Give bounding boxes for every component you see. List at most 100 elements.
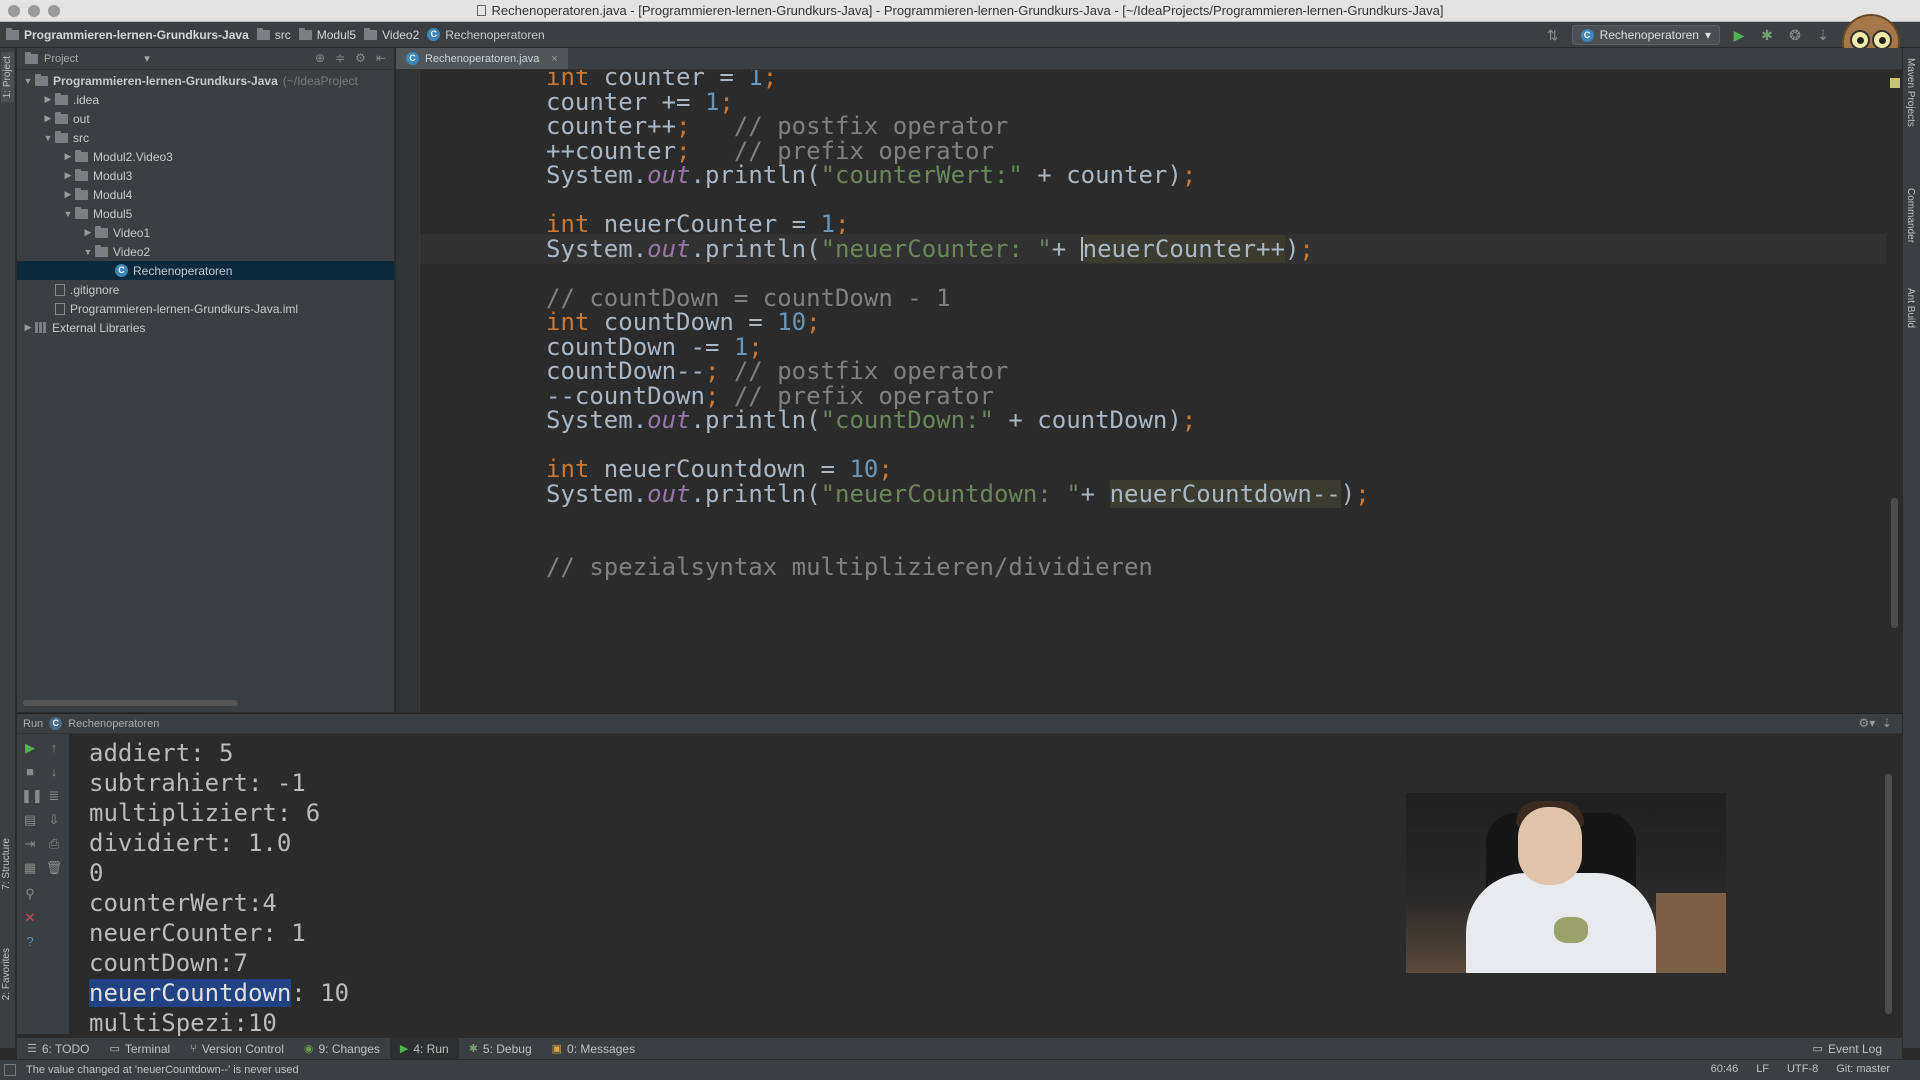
caret-position[interactable]: 60:46: [1711, 1063, 1739, 1075]
expand-arrow-down-icon[interactable]: ▼: [41, 133, 55, 143]
code-token: ;: [762, 70, 778, 91]
expand-arrow-right-icon[interactable]: ▶: [41, 94, 55, 105]
tool-tab-ant-build[interactable]: Ant Build: [1905, 288, 1916, 328]
tool-button-run[interactable]: ▶ 4: Run: [389, 1037, 459, 1060]
tool-button-todo[interactable]: ☰ 6: TODO: [17, 1038, 99, 1060]
vcs-update-icon[interactable]: ⇣: [1814, 27, 1832, 44]
restore-layout-icon[interactable]: ▦: [21, 860, 39, 876]
tree-item[interactable]: ▼ Modul5: [17, 204, 394, 223]
project-structure-icon[interactable]: ⇅: [1544, 27, 1562, 44]
expand-arrow-down-icon[interactable]: ▼: [61, 209, 75, 219]
expand-arrow-right-icon[interactable]: ▶: [61, 189, 75, 200]
pin-icon[interactable]: ⚲: [21, 886, 39, 902]
code-token: ;: [806, 308, 821, 336]
collapse-all-icon[interactable]: ≑: [335, 51, 345, 65]
breadcrumb-item[interactable]: Modul5: [298, 27, 356, 42]
folder-icon: [55, 130, 68, 143]
tool-tab-structure[interactable]: 7: Structure: [1, 838, 12, 890]
tree-item[interactable]: C Rechenoperatoren: [17, 261, 394, 280]
tree-item[interactable]: ▼ Programmieren-lernen-Grundkurs-Java (~/I…: [17, 71, 394, 90]
expand-arrow-right-icon[interactable]: ▶: [61, 170, 75, 181]
expand-arrow-right-icon[interactable]: ▶: [21, 322, 35, 333]
close-icon[interactable]: ✕: [21, 910, 39, 926]
tree-item-label: Video2: [113, 244, 151, 259]
horizontal-scrollbar[interactable]: [23, 700, 238, 706]
console-text: : 10: [291, 979, 350, 1007]
tool-button-changes[interactable]: ◉ 9: Changes: [294, 1038, 390, 1060]
line-separator[interactable]: LF: [1756, 1063, 1769, 1075]
tree-item[interactable]: .gitignore: [17, 280, 394, 299]
tool-windows-toggle-icon[interactable]: [4, 1064, 16, 1076]
console-scrollbar[interactable]: [1885, 774, 1892, 1014]
debug-icon[interactable]: ✱: [1758, 27, 1776, 44]
project-view-select[interactable]: Project: [44, 53, 78, 65]
print-icon[interactable]: ⎙: [45, 836, 63, 852]
help-icon[interactable]: ?: [21, 934, 39, 949]
close-window-button[interactable]: [8, 5, 20, 17]
zoom-window-button[interactable]: [48, 5, 60, 17]
expand-arrow-right-icon[interactable]: ▶: [61, 151, 75, 162]
gear-icon[interactable]: ⚙: [355, 51, 366, 65]
breadcrumb-item[interactable]: C Rechenoperatoren: [427, 28, 545, 42]
coverage-icon[interactable]: ❂: [1786, 27, 1804, 44]
expand-arrow-right-icon[interactable]: ▶: [41, 113, 55, 124]
event-log-button[interactable]: ▭ Event Log: [1803, 1038, 1892, 1060]
stop-icon[interactable]: ■: [21, 764, 39, 779]
tree-item[interactable]: Programmieren-lernen-Grundkurs-Java.iml: [17, 299, 394, 318]
trash-icon[interactable]: 🗑: [45, 860, 63, 876]
dump-threads-icon[interactable]: ▤: [21, 812, 39, 828]
soft-wrap-icon[interactable]: ≣: [45, 788, 63, 804]
hide-panel-icon[interactable]: ⇤: [376, 51, 386, 65]
tool-button-messages[interactable]: ▣ 0: Messages: [542, 1038, 645, 1060]
minimize-window-button[interactable]: [28, 5, 40, 17]
tool-tab-favorites[interactable]: 2: Favorites: [1, 948, 12, 1000]
run-tab[interactable]: Rechenoperatoren: [68, 718, 159, 730]
changes-icon: ◉: [303, 1043, 314, 1055]
tree-item[interactable]: ▶ .idea: [17, 90, 394, 109]
code-token: 10: [777, 308, 807, 336]
git-branch[interactable]: Git: master: [1836, 1063, 1890, 1075]
expand-arrow-right-icon[interactable]: ▶: [81, 227, 95, 238]
tree-item[interactable]: ▶ Modul2.Video3: [17, 147, 394, 166]
tool-tab-maven[interactable]: Maven Projects: [1905, 58, 1916, 127]
run-icon[interactable]: ▶: [1730, 27, 1748, 44]
expand-arrow-down-icon[interactable]: ▼: [21, 76, 35, 86]
exit-icon[interactable]: ⇥: [21, 836, 39, 852]
arrow-down-icon[interactable]: ↓: [45, 764, 63, 779]
arrow-up-icon[interactable]: ↑: [45, 740, 63, 755]
tree-item[interactable]: ▼ src: [17, 128, 394, 147]
gear-icon[interactable]: ⚙▾ ⇣: [1858, 716, 1892, 730]
scroll-to-end-icon[interactable]: ⇩: [45, 812, 63, 828]
rerun-icon[interactable]: ▶: [21, 740, 39, 756]
close-icon[interactable]: ×: [551, 53, 557, 65]
tree-item[interactable]: ▼ Video2: [17, 242, 394, 261]
tool-button-debug[interactable]: ✱ 5: Debug: [459, 1038, 542, 1060]
code-token: out: [647, 161, 691, 189]
breadcrumb-item[interactable]: Programmieren-lernen-Grundkurs-Java: [6, 27, 249, 42]
tree-item[interactable]: ▶ External Libraries: [17, 318, 394, 337]
console-output[interactable]: addiert: 5 subtrahiert: -1 multipliziert: …: [89, 738, 349, 1038]
tool-button-label: Terminal: [124, 1041, 171, 1056]
pause-icon[interactable]: ❚❚: [21, 788, 43, 804]
tree-item[interactable]: ▶ out: [17, 109, 394, 128]
tool-button-version-control[interactable]: ⑂ Version Control: [180, 1038, 294, 1060]
tool-tab-commander[interactable]: Commander: [1905, 188, 1916, 243]
code-area[interactable]: int counter = 1; counter += 1; counter++; …: [396, 70, 1886, 712]
tree-item[interactable]: ▶ Video1: [17, 223, 394, 242]
editor-tab-rechenoperatoren[interactable]: C Rechenoperatoren.java ×: [396, 48, 568, 69]
tree-item[interactable]: ▶ Modul4: [17, 185, 394, 204]
locate-icon[interactable]: ⊕: [315, 51, 325, 65]
tool-tab-project[interactable]: 1: Project: [1, 52, 14, 103]
breadcrumb-item[interactable]: Video2: [364, 27, 419, 42]
breadcrumb-item[interactable]: src: [256, 27, 291, 42]
run-configuration-select[interactable]: C Rechenoperatoren ▾: [1571, 25, 1720, 45]
editor-scrollbar[interactable]: [1891, 498, 1898, 628]
tree-item[interactable]: ▶ Modul3: [17, 166, 394, 185]
tool-button-terminal[interactable]: ▭ Terminal: [99, 1038, 180, 1060]
warning-marker[interactable]: [1890, 78, 1900, 88]
code-token: ;: [1299, 234, 1314, 263]
file-encoding[interactable]: UTF-8: [1787, 1063, 1818, 1075]
terminal-icon: ▭: [109, 1043, 120, 1055]
file-icon: [55, 302, 65, 315]
expand-arrow-down-icon[interactable]: ▼: [81, 247, 95, 257]
